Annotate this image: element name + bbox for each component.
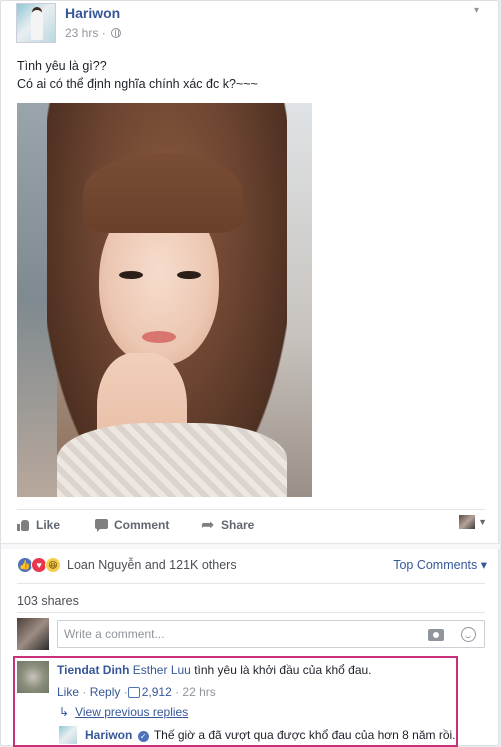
top-comments-dropdown[interactable]: Top Comments ▾ xyxy=(393,557,487,572)
share-button[interactable]: Share xyxy=(201,515,254,535)
divider xyxy=(17,612,485,613)
post-card: Hariwon 23 hrs · ▾ Tình yêu là gì?? Có a… xyxy=(0,0,500,747)
action-bar: Like Comment Share ▼ xyxy=(17,513,487,539)
post-as-selector[interactable]: ▼ xyxy=(459,515,487,529)
like-button[interactable]: Like xyxy=(17,518,60,532)
comment-button[interactable]: Comment xyxy=(95,518,169,532)
author-avatar[interactable] xyxy=(16,3,56,43)
post-header: Hariwon 23 hrs · ▾ xyxy=(16,3,486,43)
post-meta: 23 hrs · xyxy=(65,26,122,40)
post-text-line: Có ai có thể định nghĩa chính xác đc k?~… xyxy=(17,77,258,91)
globe-icon xyxy=(111,28,122,38)
post-time[interactable]: 23 hrs xyxy=(65,26,98,40)
camera-icon[interactable] xyxy=(428,629,444,641)
caret-down-icon: ▼ xyxy=(478,517,487,527)
reactions-row: 👍 ♥ 😆 Loan Nguyễn and 121K others Top Co… xyxy=(17,556,487,574)
thumbs-up-icon xyxy=(17,519,30,531)
divider xyxy=(17,583,485,584)
post-text: Tình yêu là gì?? Có ai có thể định nghĩa… xyxy=(17,57,258,93)
highlight-box xyxy=(13,656,458,747)
haha-reaction-icon[interactable]: 😆 xyxy=(45,557,61,573)
section-divider xyxy=(1,543,500,549)
profile-thumbnail xyxy=(459,515,476,529)
post-text-line: Tình yêu là gì?? xyxy=(17,59,107,73)
shares-count[interactable]: 103 shares xyxy=(17,594,79,608)
chevron-down-icon[interactable]: ▾ xyxy=(474,5,486,16)
author-name[interactable]: Hariwon xyxy=(65,5,120,21)
comment-composer xyxy=(17,618,487,650)
comment-input[interactable] xyxy=(58,621,418,647)
comment-icon xyxy=(95,519,108,532)
reactions-summary[interactable]: Loan Nguyễn and 121K others xyxy=(67,558,237,572)
emoji-icon[interactable] xyxy=(461,627,476,642)
divider xyxy=(17,509,485,510)
post-photo[interactable] xyxy=(17,103,312,497)
comment-box xyxy=(57,620,485,648)
share-icon xyxy=(201,515,215,535)
viewer-avatar xyxy=(17,618,49,650)
